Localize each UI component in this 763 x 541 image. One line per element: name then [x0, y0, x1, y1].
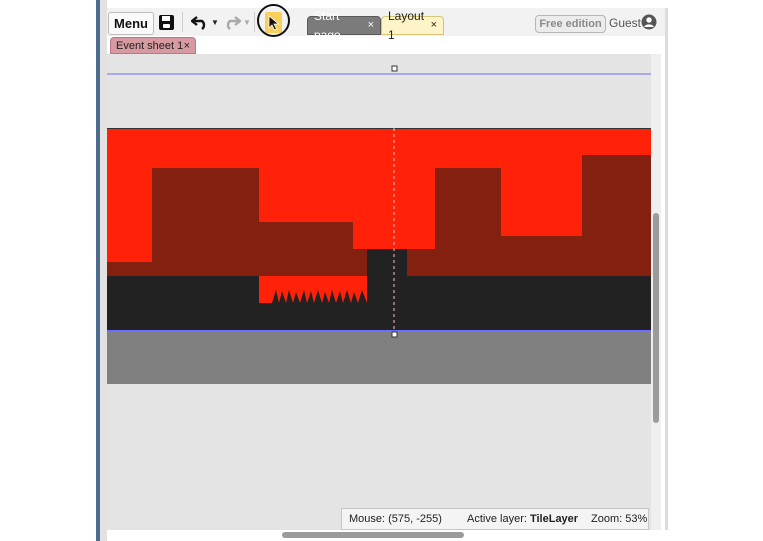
- ground-tiles: [259, 303, 367, 330]
- redo-icon[interactable]: [223, 14, 241, 31]
- tab-layout-1[interactable]: Layout 1 ×: [381, 9, 444, 42]
- menu-button[interactable]: Menu: [108, 12, 154, 35]
- ground-tiles: [107, 276, 259, 330]
- floor-area: [107, 330, 651, 384]
- building-silhouette: [435, 168, 501, 276]
- tab-start-page[interactable]: Start page ×: [307, 9, 381, 42]
- building-silhouette: [582, 155, 651, 276]
- window-right-edge: [665, 8, 668, 530]
- tab-label: Event sheet 1: [116, 40, 184, 52]
- building-silhouette: [152, 168, 259, 276]
- undo-icon[interactable]: [191, 14, 209, 31]
- close-icon[interactable]: ×: [368, 16, 374, 35]
- redo-history-chevron-down-icon[interactable]: ▼: [243, 15, 251, 29]
- viewport-top-handle: [391, 65, 398, 72]
- save-icon[interactable]: [158, 14, 175, 31]
- tab-event-sheet-1[interactable]: Event sheet 1 ×: [110, 37, 196, 54]
- free-edition-badge[interactable]: Free edition: [535, 15, 606, 33]
- undo-history-chevron-down-icon[interactable]: ▼: [211, 15, 219, 29]
- tab-label: Layout 1: [388, 8, 425, 42]
- user-name[interactable]: Guest: [609, 16, 641, 30]
- user-icon[interactable]: [641, 14, 657, 30]
- ground-pillar: [367, 249, 407, 330]
- viewport-bottom-handle: [391, 331, 398, 338]
- building-silhouette: [259, 222, 353, 276]
- layout-canvas[interactable]: [107, 54, 651, 530]
- active-layer: Active layer: TileLayer: [467, 509, 578, 529]
- active-layer-label: Active layer:: [467, 513, 530, 525]
- toolbar-separator: [254, 12, 255, 32]
- vertical-scrollbar-thumb[interactable]: [653, 213, 659, 423]
- status-bar: Mouse: (575, -255) Active layer: TileLay…: [341, 508, 649, 530]
- window-left-gutter: [100, 0, 107, 541]
- mouse-coordinates: Mouse: (575, -255): [349, 513, 442, 525]
- cursor-highlight-ring: [257, 4, 290, 37]
- horizontal-scrollbar-thumb[interactable]: [282, 532, 464, 538]
- tab-label: Start page: [314, 8, 341, 42]
- zoom-level: Zoom: 53%: [591, 513, 648, 525]
- ground-tiles: [407, 276, 651, 330]
- close-icon[interactable]: ×: [431, 16, 437, 35]
- building-silhouette: [501, 236, 582, 276]
- building-silhouette: [107, 262, 152, 276]
- toolbar-separator: [182, 12, 183, 32]
- close-icon[interactable]: ×: [184, 38, 190, 53]
- active-layer-value: TileLayer: [529, 513, 579, 525]
